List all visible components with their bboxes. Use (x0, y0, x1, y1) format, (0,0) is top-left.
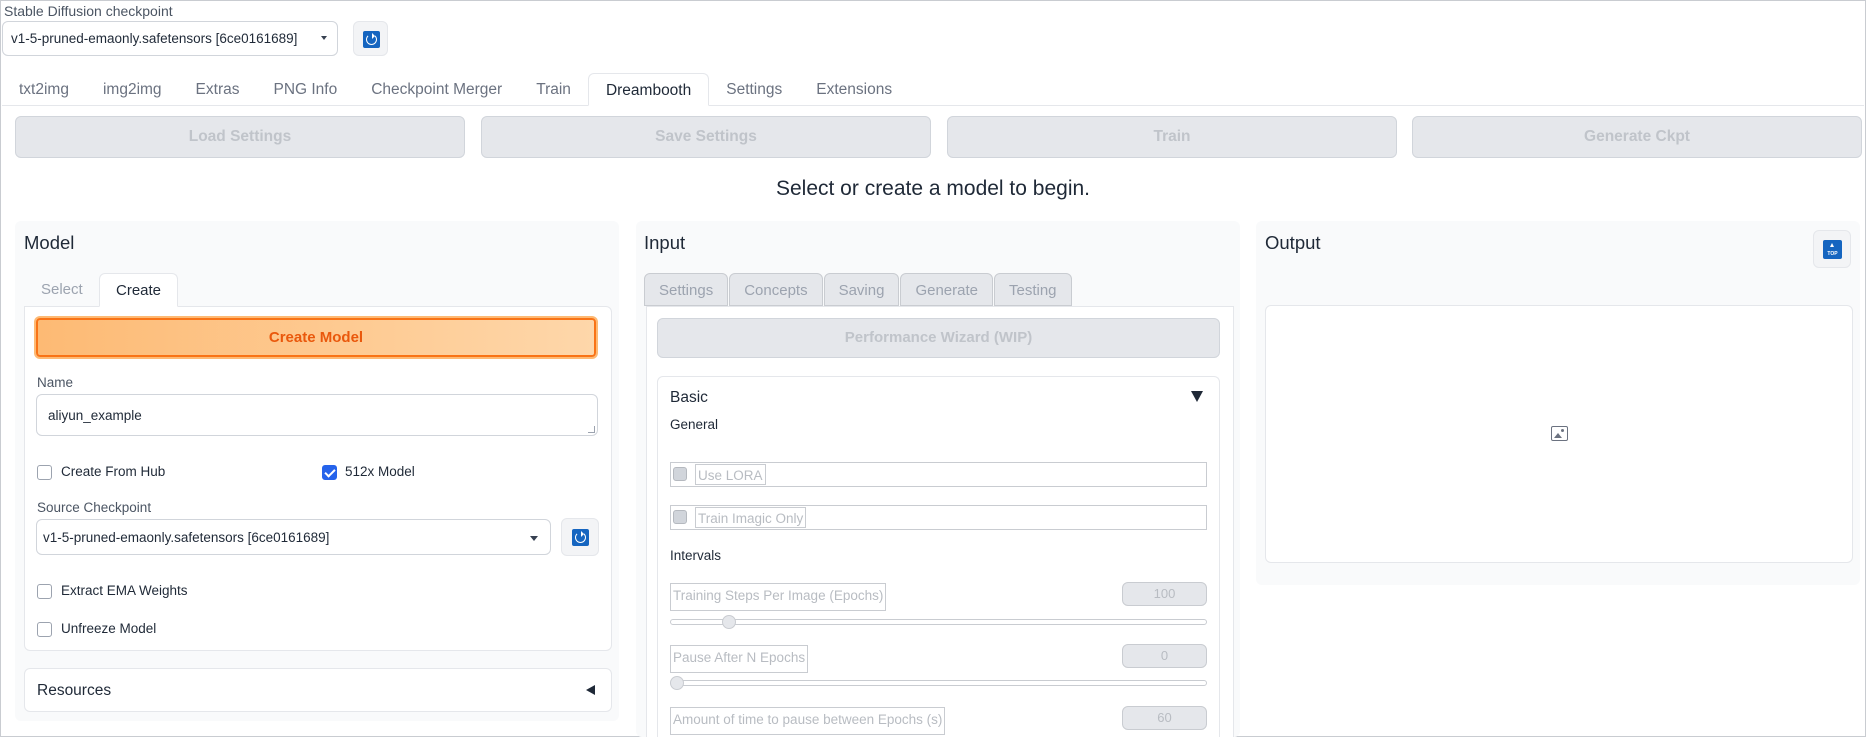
generate-ckpt-button[interactable]: Generate Ckpt (1412, 116, 1862, 158)
image-icon (1551, 426, 1568, 441)
tab-checkpoint-merger[interactable]: Checkpoint Merger (354, 73, 519, 106)
create-from-hub-checkbox[interactable] (37, 465, 52, 480)
info-message: Select or create a model to begin. (775, 177, 1090, 200)
pause-after-epochs-slider-thumb[interactable] (670, 676, 684, 690)
tab-train[interactable]: Train (519, 73, 588, 106)
pause-time-label: Amount of time to pause between Epochs (… (670, 707, 946, 735)
checkpoint-selected-value: v1-5-pruned-emaonly.safetensors [6ce0161… (11, 31, 298, 46)
training-steps-label: Training Steps Per Image (Epochs) (670, 583, 887, 611)
resources-title: Resources (37, 682, 112, 699)
scroll-top-icon-text: TOP (1827, 251, 1838, 257)
train-button[interactable]: Train (947, 116, 1397, 158)
model-512-checkbox[interactable] (322, 465, 337, 480)
tab-png-info[interactable]: PNG Info (256, 73, 354, 106)
checkpoint-label: Stable Diffusion checkpoint (4, 3, 173, 19)
extract-ema-checkbox[interactable] (37, 584, 52, 599)
model-panel-title: Model (24, 232, 75, 253)
scroll-top-button[interactable]: TOP (1813, 230, 1851, 268)
caret-down-icon[interactable] (1191, 391, 1203, 402)
tab-input-generate[interactable]: Generate (900, 273, 993, 306)
performance-wizard-button[interactable]: Performance Wizard (WIP) (657, 318, 1220, 358)
caret-left-icon (586, 685, 595, 695)
chevron-down-icon (530, 536, 538, 541)
input-panel-title: Input (644, 232, 686, 253)
general-label: General (670, 417, 719, 432)
source-checkpoint-label: Source Checkpoint (37, 500, 152, 515)
tab-input-saving[interactable]: Saving (823, 273, 900, 306)
unfreeze-model-label: Unfreeze Model (61, 621, 157, 636)
pause-after-epochs-label: Pause After N Epochs (670, 645, 809, 673)
chevron-down-icon (321, 36, 327, 40)
input-tabs: Settings Concepts Saving Generate Testin… (644, 273, 1073, 306)
refresh-icon (363, 31, 380, 48)
name-label: Name (37, 375, 74, 390)
output-panel-title: Output (1265, 232, 1321, 253)
train-imagic-checkbox[interactable] (673, 510, 687, 524)
source-refresh-button[interactable] (561, 518, 599, 556)
refresh-icon (572, 529, 589, 546)
extract-ema-label: Extract EMA Weights (61, 583, 188, 598)
tab-dreambooth[interactable]: Dreambooth (587, 73, 710, 106)
intervals-label: Intervals (670, 548, 722, 563)
use-lora-label: Use LORA (695, 464, 766, 485)
unfreeze-model-checkbox[interactable] (37, 622, 52, 637)
checkpoint-refresh-button[interactable] (353, 21, 388, 56)
tab-settings[interactable]: Settings (709, 73, 799, 106)
save-settings-button[interactable]: Save Settings (481, 116, 931, 158)
pause-time-number[interactable]: 60 (1122, 706, 1207, 730)
use-lora-row: Use LORA (670, 462, 1207, 487)
train-imagic-label: Train Imagic Only (695, 507, 807, 528)
tab-model-select[interactable]: Select (41, 273, 83, 307)
scroll-top-icon: TOP (1823, 240, 1842, 259)
resize-grip-icon[interactable] (588, 426, 595, 433)
tab-extensions[interactable]: Extensions (799, 73, 909, 106)
tab-input-settings[interactable]: Settings (644, 273, 729, 306)
training-steps-number[interactable]: 100 (1122, 582, 1207, 606)
tabs-divider (2, 105, 1864, 106)
use-lora-checkbox[interactable] (673, 467, 687, 481)
pause-after-epochs-slider[interactable] (670, 680, 1207, 686)
create-from-hub-label: Create From Hub (61, 464, 166, 479)
name-input-value: aliyun_example (48, 408, 142, 423)
pause-after-epochs-number[interactable]: 0 (1122, 644, 1207, 668)
source-checkpoint-select[interactable]: v1-5-pruned-emaonly.safetensors [6ce0161… (36, 519, 551, 555)
tab-input-concepts[interactable]: Concepts (729, 273, 823, 306)
tab-input-testing[interactable]: Testing (994, 273, 1072, 306)
tab-extras[interactable]: Extras (179, 73, 257, 106)
tab-txt2img[interactable]: txt2img (2, 73, 86, 106)
tab-model-create[interactable]: Create (99, 273, 179, 307)
checkpoint-select[interactable]: v1-5-pruned-emaonly.safetensors [6ce0161… (2, 21, 338, 56)
resources-accordion[interactable]: Resources (24, 668, 612, 712)
load-settings-button[interactable]: Load Settings (15, 116, 465, 158)
main-tabs: txt2img img2img Extras PNG Info Checkpoi… (2, 73, 909, 106)
create-model-button[interactable]: Create Model (36, 318, 596, 357)
training-steps-slider[interactable] (670, 619, 1207, 625)
model-512-label: 512x Model (345, 464, 415, 479)
source-checkpoint-value: v1-5-pruned-emaonly.safetensors [6ce0161… (43, 530, 330, 545)
train-imagic-row: Train Imagic Only (670, 505, 1207, 530)
tab-img2img[interactable]: img2img (86, 73, 179, 106)
basic-title[interactable]: Basic (670, 389, 708, 407)
name-input[interactable]: aliyun_example (36, 394, 598, 436)
